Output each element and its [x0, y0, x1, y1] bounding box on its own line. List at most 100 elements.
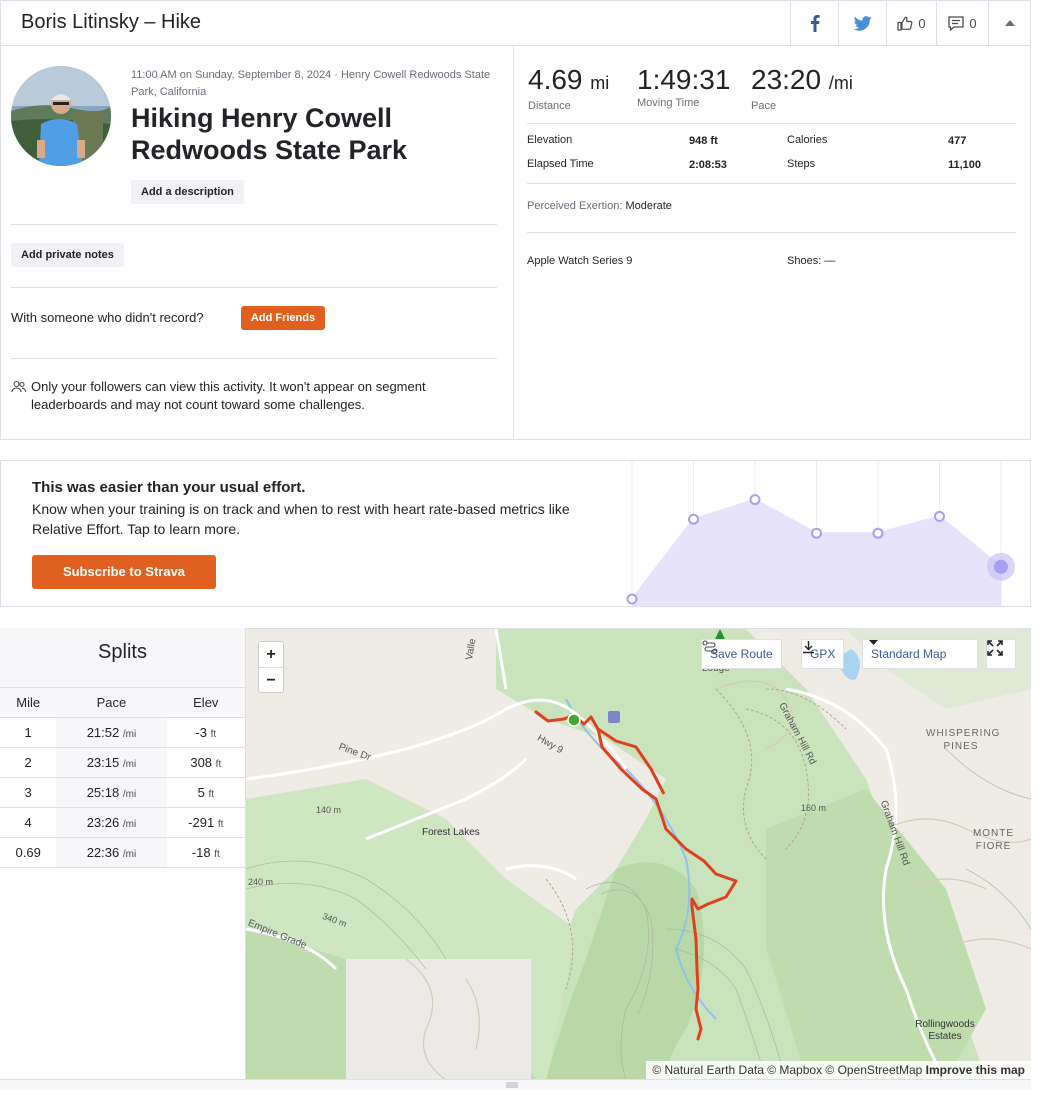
- caret-up-icon: [1004, 20, 1015, 26]
- add-description-button[interactable]: Add a description: [131, 180, 244, 204]
- stat-pace: 23:20 /mi Pace: [751, 64, 853, 112]
- activity-stats: 4.69 mi Distance 1:49:31 Moving Time 23:…: [514, 46, 1031, 439]
- col-elev: Elev: [166, 687, 245, 718]
- map-style-dropdown[interactable]: Standard Map: [862, 639, 978, 669]
- place-label: Forest Lakes: [422, 827, 480, 838]
- split-mile: 3: [0, 777, 57, 808]
- add-friends-button[interactable]: Add Friends: [241, 306, 325, 330]
- activity-title[interactable]: Hiking Henry Cowell Redwoods State Park: [131, 102, 491, 166]
- divider: [11, 287, 497, 288]
- steps-label: Steps: [787, 158, 816, 170]
- moving-time-label: Moving Time: [637, 97, 700, 109]
- pace-unit: /mi: [828, 73, 853, 93]
- split-row: 1 21:52 /mi -3 ft: [0, 717, 245, 748]
- facebook-share-button[interactable]: [790, 1, 838, 45]
- perceived-exertion: Perceived Exertion: Moderate: [527, 200, 672, 212]
- download-icon: [803, 641, 814, 654]
- avatar[interactable]: [11, 66, 111, 166]
- relative-effort-chart: [626, 461, 1015, 606]
- split-mile: 2: [0, 747, 57, 778]
- place-label: WHISPERING PINES: [926, 728, 1001, 752]
- activity-meta: 11:00 AM on Sunday, September 8, 2024 · …: [131, 69, 491, 98]
- activity-header: Boris Litinsky – Hike 0 0: [0, 0, 1031, 46]
- divider: [527, 183, 1016, 184]
- stat-moving-time: 1:49:31 Moving Time: [637, 64, 730, 109]
- calories-value: 477: [948, 135, 967, 147]
- moving-time-value: 1:49:31: [637, 64, 731, 95]
- shoes-info: Shoes: —: [787, 255, 836, 267]
- promo-title: This was easier than your usual effort.: [32, 479, 306, 496]
- contour-label: 140 m: [316, 805, 342, 815]
- save-route-button[interactable]: Save Route: [701, 639, 782, 669]
- split-row: 2 23:15 /mi 308 ft: [0, 747, 245, 778]
- elapsed-time-label: Elapsed Time: [527, 158, 594, 170]
- pace-value: 23:20: [751, 64, 822, 95]
- split-elev: -3 ft: [166, 717, 245, 748]
- elevation-value: 948 ft: [689, 135, 718, 147]
- start-marker: [567, 713, 581, 727]
- resize-handle[interactable]: [0, 1079, 1031, 1089]
- add-private-notes-button[interactable]: Add private notes: [11, 243, 124, 267]
- elevation-label: Elevation: [527, 134, 573, 146]
- distance-value: 4.69: [528, 64, 583, 95]
- effort-point: [688, 513, 699, 525]
- relative-effort-promo[interactable]: This was easier than your usual effort. …: [0, 460, 1031, 607]
- promo-text: Know when your training is on track and …: [32, 501, 570, 537]
- attribution-text: © Natural Earth Data © Mapbox © OpenStre…: [652, 1063, 923, 1077]
- comment-count: 0: [969, 15, 977, 31]
- activity-details: 11:00 AM on Sunday, September 8, 2024 · …: [1, 46, 514, 439]
- caret-down-icon: [869, 640, 878, 645]
- splits-table: Mile Pace Elev 1 21:52 /mi -3 ft 2 23:15…: [0, 687, 245, 868]
- route-map[interactable]: Graham Hill Rd Graham Hill Rd WHISPERING…: [246, 628, 1031, 1079]
- kudos-button[interactable]: 0: [886, 1, 936, 45]
- exertion-label: Perceived Exertion:: [527, 200, 623, 212]
- fullscreen-button[interactable]: [986, 639, 1016, 669]
- pace-label: Pace: [751, 100, 777, 112]
- split-mile: 1: [0, 717, 57, 748]
- page-title: Boris Litinsky – Hike: [21, 11, 202, 33]
- splits-panel: Splits Mile Pace Elev 1 21:52 /mi -3 ft …: [0, 628, 246, 1079]
- activity-page: Boris Litinsky – Hike 0 0 11:00 AM on Su…: [0, 0, 1047, 1093]
- device-name: Apple Watch Series 9: [527, 255, 633, 267]
- contour-label: 160 m: [801, 803, 827, 813]
- athlete-photo: [11, 66, 111, 166]
- kudos-count: 0: [918, 15, 926, 31]
- splits-title: Splits: [0, 628, 245, 687]
- divider: [527, 123, 1016, 124]
- transit-icon: [608, 711, 620, 723]
- collapse-button[interactable]: [988, 1, 1030, 45]
- divider: [11, 224, 497, 225]
- effort-point: [934, 510, 945, 522]
- exertion-value: Moderate: [625, 200, 672, 212]
- export-gpx-button[interactable]: GPX: [801, 639, 845, 669]
- stat-distance: 4.69 mi Distance: [528, 64, 609, 112]
- comment-icon: [948, 15, 965, 31]
- fullscreen-icon: [987, 640, 1003, 656]
- split-pace: 23:26 /mi: [56, 807, 167, 838]
- subscribe-button[interactable]: Subscribe to Strava: [32, 555, 216, 589]
- twitter-share-button[interactable]: [838, 1, 886, 45]
- steps-value: 11,100: [948, 159, 982, 171]
- split-pace: 23:15 /mi: [56, 747, 167, 778]
- distance-unit: mi: [590, 73, 610, 93]
- zoom-out-button[interactable]: −: [259, 667, 283, 692]
- twitter-icon: [853, 15, 872, 31]
- place-label: MONTE FIORE: [972, 828, 1015, 852]
- split-elev: -18 ft: [166, 837, 245, 868]
- split-elev: -291 ft: [166, 807, 245, 838]
- comments-button[interactable]: 0: [936, 1, 988, 45]
- improve-map-link[interactable]: Improve this map: [926, 1063, 1025, 1077]
- privacy-notice: Only your followers can view this activi…: [31, 379, 426, 412]
- split-elev: 5 ft: [166, 777, 245, 808]
- effort-point: [811, 527, 822, 539]
- header-actions: 0 0: [790, 1, 1030, 45]
- split-row: 0.69 22:36 /mi -18 ft: [0, 837, 245, 868]
- map-canvas[interactable]: [246, 629, 1031, 1079]
- zoom-in-button[interactable]: +: [259, 642, 283, 667]
- col-pace: Pace: [56, 687, 167, 718]
- split-pace: 22:36 /mi: [56, 837, 167, 868]
- split-mile: 4: [0, 807, 57, 838]
- split-pace: 25:18 /mi: [56, 777, 167, 808]
- place-label: Rollingwoods Estates: [915, 1019, 975, 1042]
- split-mile: 0.69: [0, 837, 57, 868]
